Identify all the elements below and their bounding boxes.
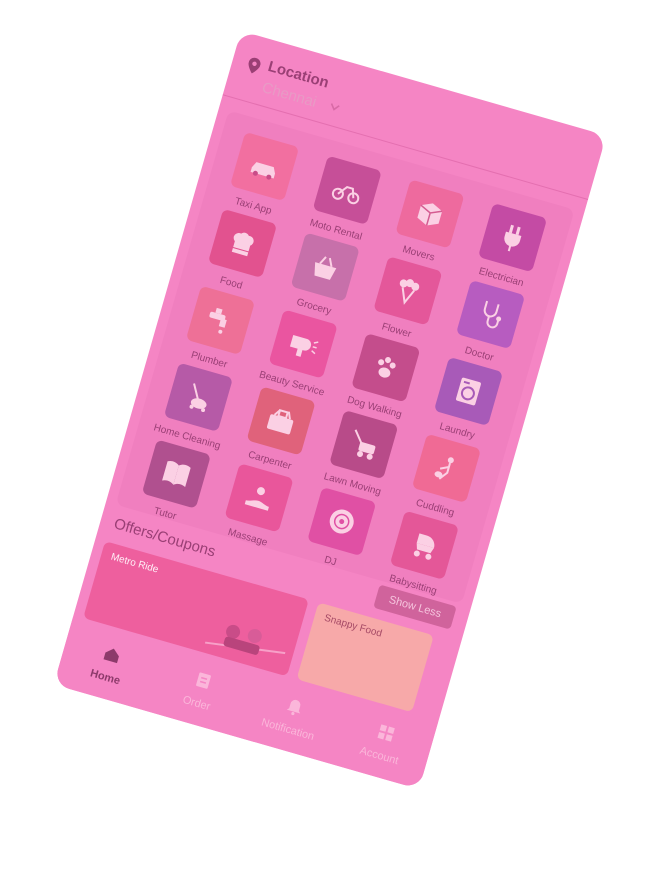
nav-item-order[interactable]: Order xyxy=(156,660,244,720)
hair-dryer-icon xyxy=(289,334,319,357)
service-tile[interactable] xyxy=(477,203,548,273)
car-icon xyxy=(250,162,276,180)
toolbox-icon xyxy=(266,408,294,435)
chef-hat-icon xyxy=(231,232,254,257)
nav-item-account[interactable]: Account xyxy=(339,713,427,773)
nav-label: Account xyxy=(358,744,400,767)
order-icon xyxy=(195,671,211,689)
cuddling-icon xyxy=(434,457,454,480)
paw-icon xyxy=(378,357,396,378)
home-icon xyxy=(103,648,119,663)
nav-item-notification[interactable]: Notification xyxy=(248,687,336,747)
service-tile[interactable] xyxy=(312,155,382,225)
stethoscope-icon xyxy=(483,300,502,329)
vacuum-icon xyxy=(189,383,207,413)
massage-hand-icon xyxy=(244,487,269,511)
grocery-basket-icon xyxy=(314,256,337,280)
app-screen: Location Chennai Taxi App Moto Rental Move… xyxy=(53,30,607,790)
book-icon xyxy=(162,460,191,488)
services-grid: Taxi App Moto Rental Movers Electrician Food… xyxy=(115,110,575,604)
stroller-icon xyxy=(413,533,435,560)
nav-label: Home xyxy=(88,666,122,687)
service-tile[interactable] xyxy=(229,131,300,202)
grid-account-icon xyxy=(377,723,395,742)
motorbike-icon xyxy=(331,185,360,205)
washing-machine-icon xyxy=(456,377,481,406)
service-tile[interactable] xyxy=(395,179,465,249)
nav-item-home[interactable]: Home xyxy=(65,634,153,694)
nav-label: Notification xyxy=(260,715,316,743)
plug-icon xyxy=(504,224,522,252)
vinyl-record-icon xyxy=(329,509,354,534)
flower-icon xyxy=(399,279,420,305)
location-pin-icon xyxy=(248,57,261,74)
box-icon xyxy=(417,203,443,226)
bell-icon xyxy=(286,699,301,715)
lawn-mower-icon xyxy=(354,429,376,460)
chevron-down-icon[interactable] xyxy=(329,102,341,112)
coupon-title: Snappy Food xyxy=(322,612,384,640)
faucet-icon xyxy=(209,307,227,334)
nav-label: Order xyxy=(181,693,212,713)
